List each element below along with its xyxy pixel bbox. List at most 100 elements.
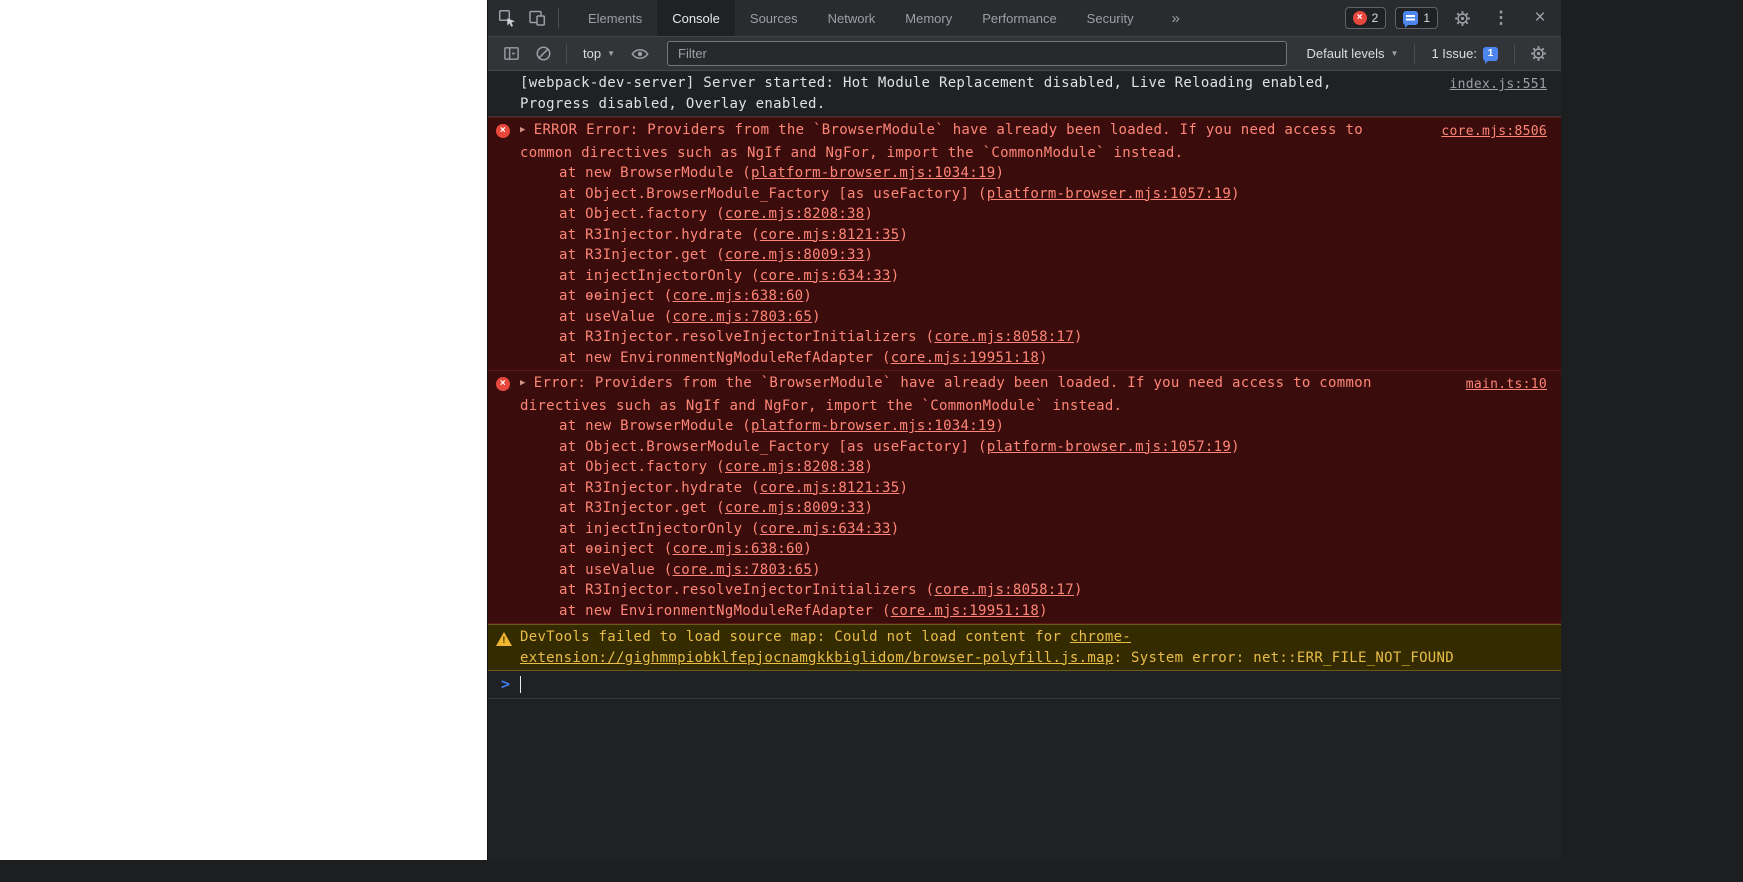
- stack-frame: at useValue (core.mjs:7803:65): [520, 307, 1403, 328]
- stack-frame-link[interactable]: core.mjs:19951:18: [891, 350, 1039, 366]
- stack-frame-text: at useValue (: [559, 562, 672, 578]
- tab-console[interactable]: Console: [657, 0, 735, 36]
- devtools-panel: ElementsConsoleSourcesNetworkMemoryPerfo…: [487, 0, 1561, 860]
- issues-button[interactable]: 1 Issue: 1: [1423, 41, 1506, 67]
- message-body: ▶Error: Providers from the `BrowserModul…: [520, 373, 1553, 621]
- stack-frame-link[interactable]: core.mjs:19951:18: [891, 603, 1039, 619]
- stack-frame-link[interactable]: core.mjs:8009:33: [725, 500, 865, 516]
- more-tabs-icon[interactable]: »: [1163, 4, 1189, 32]
- stack-frame-link[interactable]: core.mjs:8208:38: [725, 459, 865, 475]
- stack-frame: at Object.factory (core.mjs:8208:38): [520, 204, 1403, 225]
- stack-frame-link[interactable]: core.mjs:7803:65: [672, 309, 812, 325]
- message-text-run: Error: Providers from the `BrowserModule…: [520, 375, 1372, 414]
- stack-frame-text: at new BrowserModule (: [559, 418, 751, 434]
- tab-performance[interactable]: Performance: [967, 0, 1071, 36]
- source-location-link[interactable]: index.js:551: [1449, 75, 1547, 96]
- stack-frame-text: at R3Injector.resolveInjectorInitializer…: [559, 582, 934, 598]
- tab-sources[interactable]: Sources: [735, 0, 813, 36]
- message-text-run: ERROR Error: Providers from the `Browser…: [520, 122, 1363, 161]
- stack-frame: at R3Injector.get (core.mjs:8009:33): [520, 245, 1403, 266]
- stack-frame-text: ): [891, 521, 900, 537]
- stack-frame-text: at useValue (: [559, 309, 672, 325]
- stack-frame: at new BrowserModule (platform-browser.m…: [520, 416, 1403, 437]
- stack-frame-link[interactable]: core.mjs:634:33: [760, 521, 891, 537]
- stack-frame-text: at new BrowserModule (: [559, 165, 751, 181]
- stack-frame-text: at new EnvironmentNgModuleRefAdapter (: [559, 603, 891, 619]
- toolbar-separator: [558, 8, 559, 28]
- stack-frame: at R3Injector.resolveInjectorInitializer…: [520, 327, 1403, 348]
- console-message-error: ×▶Error: Providers from the `BrowserModu…: [488, 371, 1561, 624]
- stack-frame-text: ): [865, 459, 874, 475]
- javascript-context-selector[interactable]: top ▼: [575, 41, 623, 67]
- issue-count-badge[interactable]: 1: [1395, 7, 1438, 29]
- stack-frame-text: ): [1231, 186, 1240, 202]
- stack-frame-link[interactable]: core.mjs:8121:35: [760, 227, 900, 243]
- stack-frame-link[interactable]: core.mjs:8208:38: [725, 206, 865, 222]
- tab-network[interactable]: Network: [813, 0, 891, 36]
- message-text-run: [webpack-dev-server] Server started: Hot…: [520, 75, 1332, 112]
- stack-frame-text: ): [1039, 350, 1048, 366]
- stack-frame-text: ): [803, 541, 812, 557]
- expand-arrow-icon[interactable]: ▶: [520, 373, 526, 394]
- console-sidebar-icon[interactable]: [496, 40, 526, 68]
- stack-frame-text: at R3Injector.get (: [559, 500, 725, 516]
- source-location-link[interactable]: core.mjs:8506: [1441, 122, 1547, 143]
- stack-frame: at Object.BrowserModule_Factory [as useF…: [520, 437, 1403, 458]
- stack-frame-link[interactable]: platform-browser.mjs:1034:19: [751, 418, 995, 434]
- stack-frame-link[interactable]: platform-browser.mjs:1034:19: [751, 165, 995, 181]
- stack-frame-text: at injectInjectorOnly (: [559, 521, 760, 537]
- stack-frame-text: at R3Injector.hydrate (: [559, 227, 760, 243]
- stack-frame-link[interactable]: core.mjs:634:33: [760, 268, 891, 284]
- tab-security[interactable]: Security: [1072, 0, 1149, 36]
- stack-frame-link[interactable]: core.mjs:8058:17: [934, 329, 1074, 345]
- tab-memory[interactable]: Memory: [890, 0, 967, 36]
- stack-frame-link[interactable]: platform-browser.mjs:1057:19: [987, 439, 1231, 455]
- error-count: 2: [1372, 11, 1379, 25]
- stack-frame-text: ): [865, 500, 874, 516]
- message-text-run: : System error: net::ERR_FILE_NOT_FOUND: [1114, 650, 1454, 666]
- issues-bubble-icon: 1: [1483, 47, 1498, 61]
- context-label: top: [583, 46, 601, 61]
- live-expression-eye-icon[interactable]: [625, 40, 655, 68]
- stack-frame-text: ): [899, 227, 908, 243]
- expand-arrow-icon[interactable]: ▶: [520, 120, 526, 141]
- stack-frame-text: ): [995, 418, 1004, 434]
- stack-frame-link[interactable]: core.mjs:8121:35: [760, 480, 900, 496]
- inspect-element-icon[interactable]: [492, 4, 522, 32]
- stack-frame-link[interactable]: core.mjs:638:60: [672, 541, 803, 557]
- source-location-link[interactable]: main.ts:10: [1466, 375, 1547, 396]
- stack-frame-link[interactable]: platform-browser.mjs:1057:19: [987, 186, 1231, 202]
- settings-gear-icon[interactable]: [1447, 4, 1477, 32]
- close-devtools-icon[interactable]: ×: [1525, 4, 1555, 32]
- message-text: ▶ERROR Error: Providers from the `Browse…: [520, 120, 1403, 163]
- message-body: [webpack-dev-server] Server started: Hot…: [520, 73, 1553, 114]
- stack-frame-text: ): [995, 165, 1004, 181]
- tab-elements[interactable]: Elements: [573, 0, 657, 36]
- message-body: DevTools failed to load source map: Coul…: [520, 627, 1553, 668]
- tab-strip: ElementsConsoleSourcesNetworkMemoryPerfo…: [573, 0, 1149, 36]
- device-toolbar-icon[interactable]: [522, 4, 552, 32]
- stack-frame-link[interactable]: core.mjs:7803:65: [672, 562, 812, 578]
- log-levels-selector[interactable]: Default levels ▼: [1299, 41, 1407, 67]
- console-message-list: [webpack-dev-server] Server started: Hot…: [488, 71, 1561, 671]
- stack-frame-link[interactable]: core.mjs:8009:33: [725, 247, 865, 263]
- stack-frame-link[interactable]: core.mjs:638:60: [672, 288, 803, 304]
- warning-icon: !: [496, 632, 512, 646]
- clear-console-icon[interactable]: [528, 40, 558, 68]
- chevron-down-icon: ▼: [607, 49, 615, 58]
- console-prompt[interactable]: >: [488, 671, 1561, 699]
- stack-frame-text: at ɵɵinject (: [559, 288, 672, 304]
- message-gutter: !: [496, 627, 520, 646]
- console-settings-gear-icon[interactable]: [1523, 40, 1553, 68]
- toolbar-separator: [1514, 44, 1515, 64]
- stack-frame: at Object.factory (core.mjs:8208:38): [520, 457, 1403, 478]
- stack-frame-text: ): [865, 247, 874, 263]
- filter-input[interactable]: [667, 41, 1287, 66]
- message-gutter: ×: [496, 120, 520, 138]
- console-message-error: × ▶ERROR Error: Providers from the `Brows…: [488, 117, 1561, 371]
- message-body: ▶ERROR Error: Providers from the `Browse…: [520, 120, 1553, 368]
- kebab-menu-icon[interactable]: ⋮: [1486, 4, 1516, 32]
- stack-frame-link[interactable]: core.mjs:8058:17: [934, 582, 1074, 598]
- error-count-badge[interactable]: × 2: [1345, 7, 1387, 29]
- error-icon: ×: [496, 124, 510, 138]
